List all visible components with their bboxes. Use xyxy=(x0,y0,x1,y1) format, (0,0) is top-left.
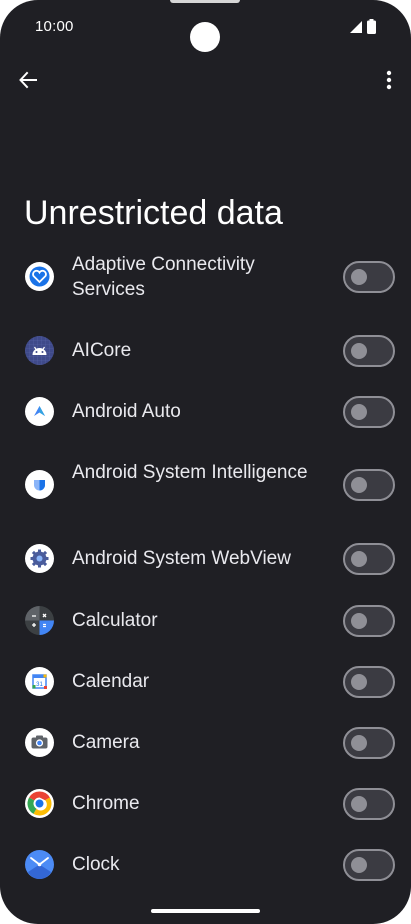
toggle-knob xyxy=(351,613,367,629)
app-label: Android System WebView xyxy=(72,548,291,569)
unrestricted-data-toggle[interactable] xyxy=(343,469,395,501)
battery-icon xyxy=(367,19,376,34)
unrestricted-data-toggle[interactable] xyxy=(343,666,395,698)
app-row-camera[interactable]: Camera xyxy=(0,717,411,769)
svg-text:31: 31 xyxy=(36,682,43,688)
app-label: Adaptive Connectivity Services xyxy=(72,254,255,300)
app-row-adaptive-connectivity[interactable]: Adaptive Connectivity Services xyxy=(0,251,411,303)
app-label: Android Auto xyxy=(72,401,181,422)
page-title: Unrestricted data xyxy=(24,193,283,232)
more-options-button[interactable] xyxy=(376,66,402,94)
toggle-knob xyxy=(351,735,367,751)
app-row-aicore[interactable]: AICore xyxy=(0,325,411,377)
cellular-signal-icon xyxy=(350,21,362,33)
app-row-chrome[interactable]: Chrome xyxy=(0,778,411,830)
toggle-knob xyxy=(351,477,367,493)
home-indicator[interactable] xyxy=(151,909,260,913)
unrestricted-data-toggle[interactable] xyxy=(343,788,395,820)
app-label: Clock xyxy=(72,854,120,875)
calculator-icon xyxy=(25,606,54,635)
app-label: Camera xyxy=(72,732,140,753)
app-row-calculator[interactable]: Calculator xyxy=(0,595,411,647)
app-label: AICore xyxy=(72,340,132,361)
toggle-knob xyxy=(351,343,367,359)
unrestricted-data-toggle[interactable] xyxy=(343,261,395,293)
camera-icon xyxy=(25,728,54,757)
app-bar xyxy=(0,56,411,108)
more-vert-icon xyxy=(386,70,392,90)
calendar-icon: 31 xyxy=(25,667,54,696)
clock-icon xyxy=(25,850,54,879)
toggle-knob xyxy=(351,674,367,690)
chrome-icon xyxy=(25,789,54,818)
android-auto-icon xyxy=(25,397,54,426)
app-label: Calendar xyxy=(72,671,150,692)
toggle-knob xyxy=(351,269,367,285)
android-system-intelligence-icon xyxy=(25,470,54,499)
status-bar: 10:00 xyxy=(0,0,411,54)
back-button[interactable] xyxy=(14,66,42,94)
unrestricted-data-toggle[interactable] xyxy=(343,335,395,367)
app-row-android-auto[interactable]: Android Auto xyxy=(0,386,411,438)
phone-screen: 10:00 Unrestricted data Adaptive Connect… xyxy=(0,0,411,924)
unrestricted-data-toggle[interactable] xyxy=(343,605,395,637)
arrow-back-icon xyxy=(19,71,37,89)
app-row-android-system-webview[interactable]: Android System WebView xyxy=(0,533,411,585)
app-label: Chrome xyxy=(72,793,140,814)
webview-icon xyxy=(25,544,54,573)
app-label: Calculator xyxy=(72,610,158,631)
adaptive-connectivity-icon xyxy=(25,262,54,291)
unrestricted-data-toggle[interactable] xyxy=(343,543,395,575)
toggle-knob xyxy=(351,796,367,812)
toggle-knob xyxy=(351,551,367,567)
app-row-clock[interactable]: Clock xyxy=(0,839,411,891)
app-row-calendar[interactable]: 31 Calendar xyxy=(0,656,411,708)
toggle-knob xyxy=(351,404,367,420)
toggle-knob xyxy=(351,857,367,873)
app-label: Android System Intelligence xyxy=(72,462,308,483)
aicore-icon xyxy=(25,336,54,365)
app-row-android-system-intelligence[interactable]: Android System Intelligence xyxy=(0,459,411,511)
unrestricted-data-toggle[interactable] xyxy=(343,396,395,428)
status-time: 10:00 xyxy=(35,18,74,35)
front-camera xyxy=(190,22,220,52)
unrestricted-data-toggle[interactable] xyxy=(343,727,395,759)
unrestricted-data-toggle[interactable] xyxy=(343,849,395,881)
